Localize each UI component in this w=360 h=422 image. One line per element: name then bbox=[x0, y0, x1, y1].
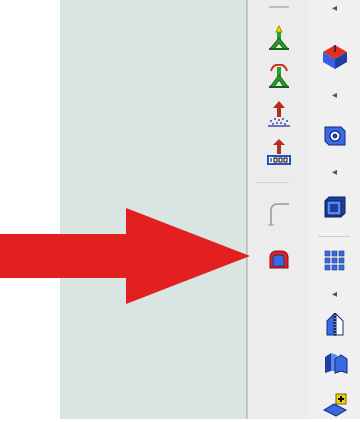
highlighted-fillet-icon[interactable] bbox=[264, 244, 294, 274]
solid-extrude-icon[interactable] bbox=[320, 42, 350, 72]
fillet-curve-icon[interactable] bbox=[264, 198, 294, 228]
constraint-rotate-icon[interactable] bbox=[264, 60, 294, 90]
pattern-grid-icon[interactable] bbox=[320, 246, 350, 276]
collapse-arrow-icon[interactable]: ◂ bbox=[329, 166, 341, 178]
toolbar-divider bbox=[257, 182, 289, 183]
hole-feature-icon[interactable] bbox=[320, 120, 350, 150]
right-vertical-toolbar: ◂ ◂ ◂ ◂ bbox=[309, 0, 360, 419]
constraint-yellow-green-icon[interactable] bbox=[264, 22, 294, 52]
pressure-load-icon[interactable] bbox=[264, 98, 294, 128]
left-vertical-toolbar bbox=[247, 0, 310, 419]
toolbar-grip[interactable] bbox=[268, 6, 289, 8]
shell-feature-icon[interactable] bbox=[320, 192, 350, 222]
red-annotation-arrow-icon bbox=[0, 208, 250, 304]
collapse-arrow-icon[interactable]: ◂ bbox=[329, 288, 341, 300]
draft-feature-icon[interactable] bbox=[320, 346, 350, 376]
pressure-load-value-icon[interactable] bbox=[264, 138, 294, 168]
collapse-arrow-icon[interactable]: ◂ bbox=[329, 2, 341, 14]
mirror-feature-icon[interactable] bbox=[320, 310, 350, 340]
toolbar-divider bbox=[318, 236, 350, 237]
collapse-arrow-icon[interactable]: ◂ bbox=[329, 89, 341, 101]
add-feature-icon[interactable] bbox=[320, 392, 350, 422]
